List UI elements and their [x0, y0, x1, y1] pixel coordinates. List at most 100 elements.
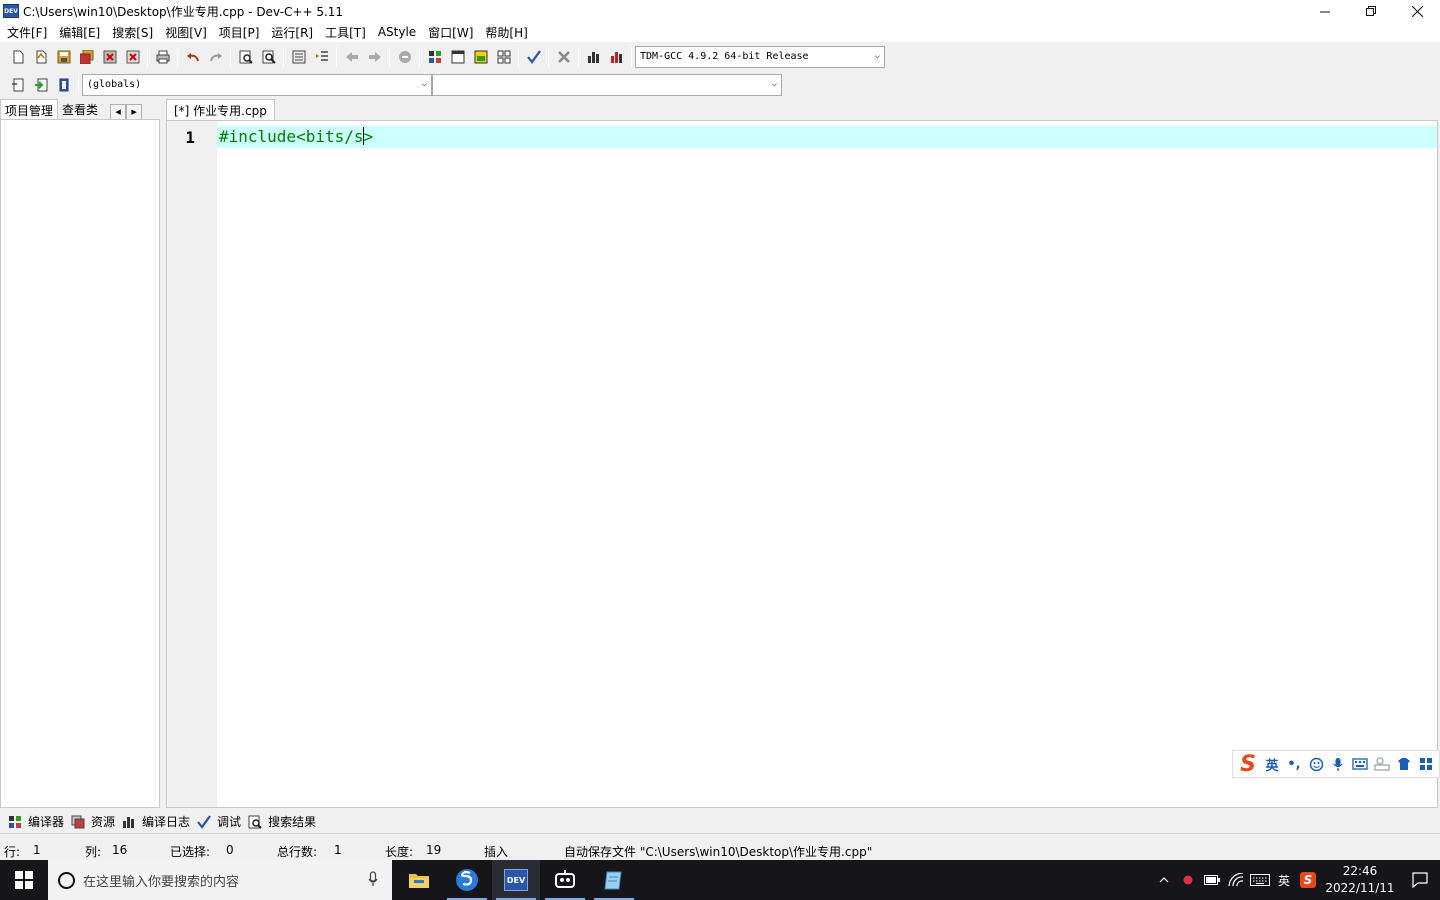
toggle-bookmark-button[interactable]	[393, 46, 416, 68]
profile-button[interactable]	[582, 46, 605, 68]
taskbar-clock[interactable]: 22:46 2022/11/11	[1320, 863, 1400, 897]
taskbar-search-input[interactable]: 在这里输入你要搜索的内容	[48, 860, 392, 900]
check-icon	[197, 814, 211, 829]
project-manager-button[interactable]	[423, 46, 446, 68]
insert-button[interactable]	[6, 74, 29, 96]
project-tree-panel[interactable]	[0, 119, 160, 808]
open-file-button[interactable]	[29, 46, 52, 68]
wifi-icon[interactable]	[1224, 860, 1248, 900]
status-selected-label: 已选择:	[170, 845, 211, 859]
tab-compiler-label: 编译器	[28, 815, 65, 829]
code-editor[interactable]: 1 #include<bits/s>	[166, 120, 1438, 808]
new-file-button[interactable]	[6, 46, 29, 68]
system-tray: 英 S 22:46 2022/11/11	[1152, 860, 1440, 900]
robot-app-taskbar-button[interactable]	[541, 860, 589, 900]
devcpp-app-icon[interactable]: DEV	[3, 4, 19, 18]
menu-file[interactable]: 文件[F]	[2, 24, 54, 41]
voice-icon[interactable]	[1327, 753, 1349, 775]
secondary-toolbar: (globals) ⌵ ⌵	[0, 71, 1440, 98]
menu-search[interactable]: 搜索[S]	[107, 24, 160, 41]
close-button[interactable]	[1394, 0, 1440, 22]
tab-scroll-right-button[interactable]: ▶	[126, 104, 143, 120]
menu-view[interactable]: 视图[V]	[160, 24, 214, 41]
replace-button[interactable]	[257, 46, 280, 68]
menu-tools[interactable]: 工具[T]	[320, 24, 373, 41]
tab-resources[interactable]: 资源	[69, 811, 120, 833]
redo-button[interactable]	[204, 46, 227, 68]
microphone-icon[interactable]	[368, 871, 378, 887]
save-all-button[interactable]	[75, 46, 98, 68]
emoji-icon[interactable]	[1305, 753, 1327, 775]
input-language-indicator[interactable]: 英	[1272, 860, 1296, 900]
tab-debug[interactable]: 调试	[195, 811, 246, 833]
tab-scroll-left-button[interactable]: ◀	[110, 104, 127, 120]
grid-icon	[9, 815, 21, 828]
tab-compile-log[interactable]: 编译日志	[120, 811, 195, 833]
action-center-button[interactable]	[1400, 860, 1440, 900]
toolbar-separator	[336, 46, 337, 67]
main-toolbar: TDM-GCC 4.9.2 64-bit Release ⌵	[0, 43, 1440, 70]
menu-edit[interactable]: 编辑[E]	[54, 24, 107, 41]
menu-astyle[interactable]: AStyle	[373, 25, 423, 39]
start-button[interactable]	[0, 860, 48, 900]
minimize-button[interactable]	[1302, 0, 1348, 22]
tab-project-manager[interactable]: 项目管理	[0, 99, 59, 120]
record-indicator-icon[interactable]	[1176, 860, 1200, 900]
undo-button[interactable]	[181, 46, 204, 68]
restore-button[interactable]	[1348, 0, 1394, 22]
sogou-ime-tray-icon[interactable]: S	[1296, 860, 1320, 900]
tab-class-view[interactable]: 查看类	[58, 99, 102, 120]
notepad-taskbar-button[interactable]	[590, 860, 638, 900]
forward-button[interactable]	[363, 46, 386, 68]
toolbar-separator	[518, 46, 519, 67]
keyboard-icon[interactable]	[1349, 753, 1371, 775]
goto-line-button[interactable]	[287, 46, 310, 68]
menu-project[interactable]: 项目[P]	[214, 24, 267, 41]
ime-punct-toggle[interactable]: •,	[1283, 753, 1305, 775]
print-button[interactable]	[151, 46, 174, 68]
editor-tab[interactable]: [*] 作业专用.cpp	[166, 99, 275, 120]
tab-compiler[interactable]: 编译器	[6, 811, 69, 833]
member-select[interactable]: ⌵	[432, 73, 782, 96]
status-row-value: 1	[33, 843, 41, 857]
delete-profile-button[interactable]	[605, 46, 628, 68]
find-button[interactable]	[234, 46, 257, 68]
menu-execute[interactable]: 运行[R]	[266, 24, 320, 41]
scope-select[interactable]: (globals) ⌵	[82, 73, 432, 96]
tab-search-results[interactable]: 搜索结果	[246, 811, 321, 833]
show-hidden-icons-button[interactable]	[1152, 860, 1176, 900]
chevron-down-icon: ⌵	[874, 50, 880, 61]
class-browser-button[interactable]	[52, 74, 75, 96]
toolbox-icon[interactable]	[1371, 753, 1393, 775]
bar-chart-icon	[123, 816, 135, 828]
menu-help[interactable]: 帮助[H]	[480, 24, 534, 41]
touch-keyboard-icon[interactable]	[1248, 860, 1272, 900]
back-button[interactable]	[340, 46, 363, 68]
indent-button[interactable]	[310, 46, 333, 68]
tile-button[interactable]	[492, 46, 515, 68]
file-explorer-taskbar-button[interactable]	[395, 860, 443, 900]
ime-lang-toggle[interactable]: 英	[1261, 753, 1283, 775]
x-icon	[557, 50, 570, 63]
stop-button[interactable]	[552, 46, 575, 68]
close-file-button[interactable]	[98, 46, 121, 68]
check-syntax-button[interactable]	[522, 46, 545, 68]
sogou-logo-icon[interactable]: S	[1235, 752, 1261, 777]
battery-icon[interactable]	[1200, 860, 1224, 900]
goto-icon	[34, 78, 47, 91]
close-all-button[interactable]	[121, 46, 144, 68]
close-all-icon	[126, 50, 139, 63]
menu-window[interactable]: 窗口[W]	[423, 24, 480, 41]
goto-definition-button[interactable]	[29, 74, 52, 96]
code-line[interactable]: #include<bits/s>	[219, 127, 373, 146]
toolbar-layout-button[interactable]	[469, 46, 492, 68]
save-button[interactable]	[52, 46, 75, 68]
fullscreen-button[interactable]	[446, 46, 469, 68]
bottom-panel-tabs: 编译器 资源 编译日志 调试 搜索结果	[0, 810, 1440, 834]
browser-taskbar-button[interactable]	[443, 860, 491, 900]
compiler-select[interactable]: TDM-GCC 4.9.2 64-bit Release ⌵	[635, 45, 885, 68]
devcpp-taskbar-button[interactable]: DEV	[492, 860, 540, 900]
ime-menu-icon[interactable]	[1415, 753, 1437, 775]
skin-icon[interactable]	[1393, 753, 1415, 775]
tab-search-results-label: 搜索结果	[268, 815, 317, 829]
